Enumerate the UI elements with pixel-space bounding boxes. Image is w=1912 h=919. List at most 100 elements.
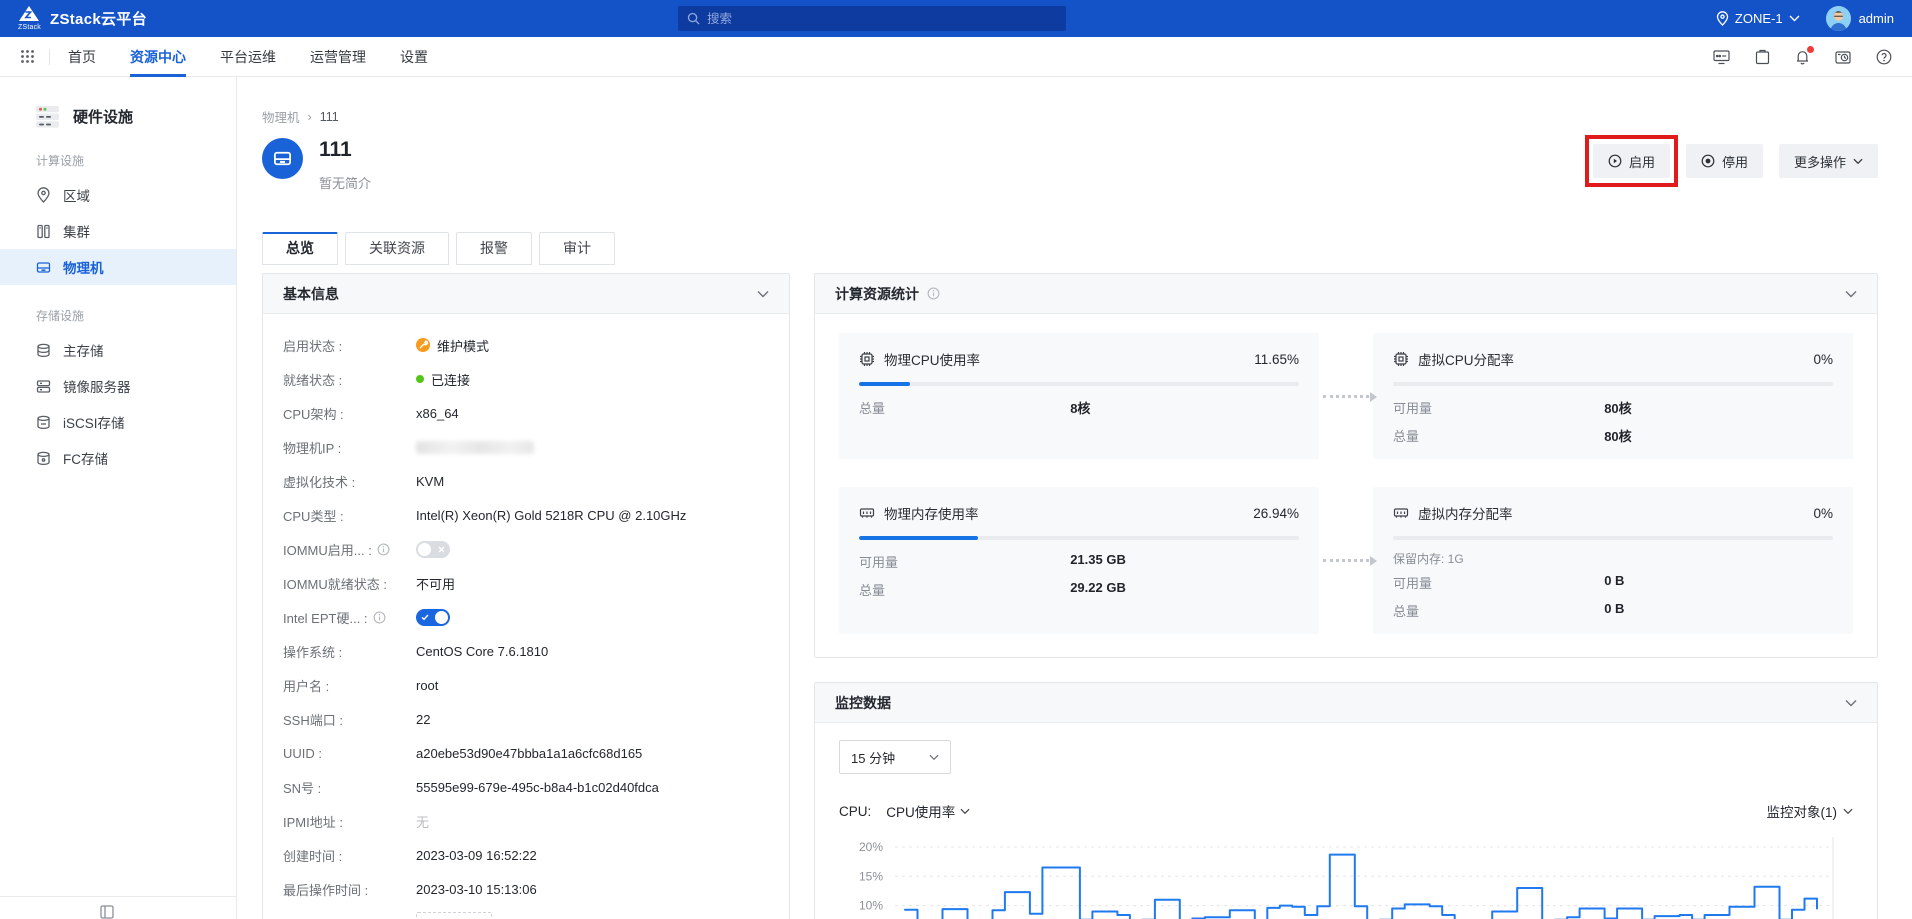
collapse-chevron-icon[interactable] [1845, 290, 1857, 298]
card-row: 可用量 0 B [1393, 573, 1833, 592]
apps-grid-icon[interactable] [20, 49, 35, 64]
search-input[interactable] [707, 12, 1057, 26]
info-icon[interactable] [927, 287, 940, 300]
nav-item-platform-ops[interactable]: 平台运维 [220, 37, 276, 77]
field-value [416, 541, 450, 558]
nav-item-settings[interactable]: 设置 [400, 37, 428, 77]
field-value: 不可用 [416, 574, 455, 593]
field-value: Intel(R) Xeon(R) Gold 5218R CPU @ 2.10GH… [416, 508, 686, 523]
nav-right-icons [1713, 49, 1892, 65]
host-badge-icon [262, 138, 303, 179]
svg-text:15%: 15% [859, 869, 883, 883]
tab-related-resources[interactable]: 关联资源 [345, 232, 449, 265]
field-ipmi: IPMI地址 : 无 [283, 804, 769, 838]
sidebar-title: 硬件设施 [0, 103, 236, 130]
layout: 硬件设施 计算设施 区域 集群 物理机 存储设施 [0, 77, 1912, 919]
nav-item-operations[interactable]: 运营管理 [310, 37, 366, 77]
info-icon[interactable] [373, 611, 386, 624]
metric-dropdown[interactable]: CPU使用率 [886, 801, 970, 821]
sidebar-item-cluster[interactable]: 集群 [0, 213, 236, 249]
primary-storage-icon [36, 343, 51, 358]
nav-item-home[interactable]: 首页 [68, 37, 96, 77]
enable-button[interactable]: 启用 [1593, 144, 1670, 178]
breadcrumb-parent[interactable]: 物理机 [262, 107, 300, 126]
tab-overview[interactable]: 总览 [262, 232, 338, 265]
field-label: 最后操作时间 : [283, 880, 416, 899]
field-iommu-enable: IOMMU启用... : [283, 532, 769, 566]
field-value: 2023-03-09 16:52:22 [416, 848, 537, 863]
more-actions-button[interactable]: 更多操作 [1779, 144, 1878, 178]
period-select[interactable]: 15 分钟 [839, 740, 951, 774]
tag-add-partial[interactable] [416, 912, 492, 919]
sidebar-item-image-server[interactable]: 镜像服务器 [0, 368, 236, 404]
info-icon[interactable] [377, 543, 390, 556]
nav-item-resource-center[interactable]: 资源中心 [130, 37, 186, 77]
collapse-chevron-icon[interactable] [757, 290, 769, 298]
basic-info-header: 基本信息 [263, 274, 789, 314]
toggle-knob [435, 611, 448, 624]
collapse-chevron-icon[interactable] [1845, 699, 1857, 707]
card-row: 总量 0 B [1393, 601, 1833, 620]
card-virtual-memory: 虚拟内存分配率 0% 保留内存: 1G 可用量 0 B [1373, 487, 1853, 634]
brand-name: ZStack云平台 [50, 8, 147, 29]
field-os: 操作系统 : CentOS Core 7.6.1810 [283, 634, 769, 668]
field-intel-ept: Intel EPT硬... : [283, 600, 769, 634]
main-navbar: 首页 资源中心 平台运维 运营管理 设置 [0, 37, 1912, 77]
sidebar-item-primary-storage[interactable]: 主存储 [0, 332, 236, 368]
iommu-toggle[interactable] [416, 541, 450, 558]
maintenance-mode-icon [416, 338, 430, 352]
top-header-bar: ZStack ZStack云平台 ZONE-1 [0, 0, 1912, 37]
console-icon[interactable] [1713, 49, 1730, 65]
bell-icon[interactable] [1795, 49, 1810, 65]
field-label: 用户名 : [283, 676, 416, 695]
dotted-arrow-connector [1319, 333, 1373, 459]
breadcrumb-current: 111 [320, 110, 339, 124]
host-server-icon [36, 260, 51, 275]
cpu-chip-icon [1393, 351, 1409, 367]
sidebar-item-label: FC存储 [63, 448, 108, 468]
tasks-icon[interactable] [1755, 49, 1770, 65]
hardware-facility-icon [34, 103, 61, 130]
global-search[interactable] [678, 6, 1066, 31]
sidebar-item-iscsi-storage[interactable]: iSCSI存储 [0, 404, 236, 440]
metric-name: CPU使用率 [886, 801, 955, 821]
intel-ept-toggle[interactable] [416, 609, 450, 626]
toggle-knob [418, 543, 431, 556]
zone-selector[interactable]: ZONE-1 [1716, 11, 1800, 26]
disable-button[interactable]: 停用 [1686, 144, 1763, 178]
sidebar-item-region[interactable]: 区域 [0, 177, 236, 213]
user-menu[interactable]: admin [1826, 6, 1894, 31]
page-title: 111 [319, 138, 371, 161]
card-title: 物理内存使用率 [884, 503, 979, 523]
breadcrumb: 物理机 › 111 [262, 107, 1878, 126]
sidebar-item-label: 集群 [63, 221, 90, 241]
help-icon[interactable] [1876, 49, 1892, 65]
tab-audit[interactable]: 审计 [539, 232, 615, 265]
sidebar-item-host[interactable]: 物理机 [0, 249, 236, 285]
field-label: IOMMU就绪状态 : [283, 574, 416, 593]
operation-history-icon[interactable] [1835, 49, 1851, 65]
chevron-down-icon [1853, 158, 1863, 165]
app-root: ZStack ZStack云平台 ZONE-1 [0, 0, 1912, 919]
monitor-target-dropdown[interactable]: 监控对象(1) [1767, 801, 1854, 821]
zstack-logo-icon: ZStack [18, 6, 41, 31]
card-percent: 0% [1813, 506, 1833, 521]
avatar [1826, 6, 1851, 31]
tab-alarms[interactable]: 报警 [456, 232, 532, 265]
card-row: 总量 8核 [859, 398, 1299, 417]
right-column: 计算资源统计 [814, 273, 1878, 919]
field-label: 虚拟化技术 : [283, 472, 416, 491]
logo-subtext: ZStack [18, 24, 41, 31]
chevron-down-icon [929, 754, 939, 761]
sidebar-item-fc-storage[interactable]: FC存储 [0, 440, 236, 476]
fc-storage-icon [36, 451, 51, 466]
sidebar-group-storage: 存储设施 [0, 307, 236, 324]
notification-badge [1807, 46, 1814, 53]
card-title: 虚拟CPU分配率 [1418, 349, 1514, 369]
brand[interactable]: ZStack ZStack云平台 [18, 6, 348, 31]
sidebar-collapse-icon[interactable] [100, 905, 114, 919]
sidebar-footer [0, 896, 236, 919]
memory-icon [1393, 505, 1409, 521]
basic-info-title: 基本信息 [283, 284, 339, 304]
sidebar: 硬件设施 计算设施 区域 集群 物理机 存储设施 [0, 77, 237, 919]
